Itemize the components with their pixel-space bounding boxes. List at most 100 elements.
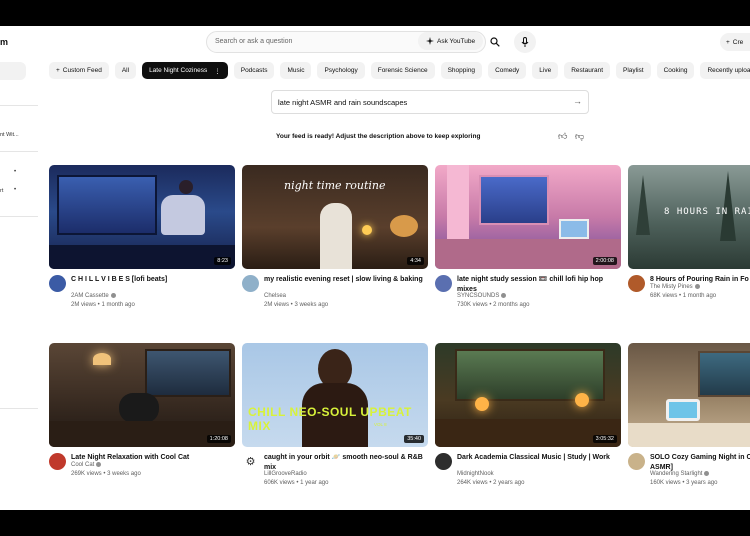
sidebar-item-label[interactable]: nt Wit... (0, 132, 19, 138)
overlay-title: CHILL NEO-SOUL UPBEAT MIX VOL 8 (248, 405, 412, 433)
channel-avatar[interactable] (628, 453, 645, 470)
video-title[interactable]: caught in your orbit 🪐 smooth neo-soul &… (264, 453, 426, 472)
sparkle-icon (426, 37, 434, 45)
video-thumbnail[interactable]: 2:00:08 (435, 165, 621, 269)
lamp-art (93, 353, 111, 365)
pie-art (390, 215, 418, 237)
chip-psychology[interactable]: Psychology (317, 62, 365, 79)
chip-custom-feed[interactable]: + Custom Feed (49, 62, 109, 79)
create-label: Cre (732, 38, 744, 46)
video-card[interactable]: CHILL NEO-SOUL UPBEAT MIX VOL 8 35:40 ⚙ … (242, 343, 428, 495)
chip-cooking[interactable]: Cooking (656, 62, 695, 79)
thumbs-up-icon[interactable]: 👍︎ (558, 131, 567, 142)
more-vert-icon[interactable]: ⋮ (214, 67, 221, 75)
video-card[interactable]: 2:00:08 late night study session 📼 chill… (435, 165, 621, 317)
video-thumbnail[interactable]: 8:23 (49, 165, 235, 269)
overlay-title: 8 HOURS IN RAIN (664, 207, 750, 217)
channel-avatar[interactable] (435, 453, 452, 470)
gear-icon[interactable]: ⚙ (242, 453, 259, 470)
youtube-logo[interactable]: m (0, 37, 8, 47)
search-button[interactable] (486, 33, 504, 51)
sidebar-divider (0, 408, 38, 409)
chip-podcasts[interactable]: Podcasts (233, 62, 275, 79)
chip-live[interactable]: Live (532, 62, 559, 79)
video-card[interactable]: SOLO Cozy Gaming Night in Ca Storm [Rela… (628, 343, 750, 495)
video-thumbnail[interactable]: 8 HOURS IN RAIN (628, 165, 750, 269)
create-button[interactable]: + Cre (720, 33, 750, 51)
ask-youtube-button[interactable]: Ask YouTube (418, 32, 484, 50)
channel-name[interactable]: MidnightNook (457, 471, 494, 477)
channel-name[interactable]: Chelsea (264, 293, 286, 299)
channel-avatar[interactable] (242, 275, 259, 292)
chip-shopping[interactable]: Shopping (440, 62, 483, 79)
sidebar-divider (0, 216, 38, 217)
chip-music[interactable]: Music (280, 62, 312, 79)
prompt-input[interactable]: late night ASMR and rain soundscapes (278, 98, 407, 107)
chip-all[interactable]: All (114, 62, 137, 79)
video-thumbnail[interactable]: 1:20:08 (49, 343, 235, 447)
youtube-window: m Search or ask a question Ask YouTube +… (0, 26, 750, 510)
person-art (320, 203, 352, 269)
video-stats: 68K views • 1 month ago (650, 293, 717, 299)
sidebar-item-active[interactable] (0, 62, 26, 80)
video-thumbnail[interactable]: night time routine 4:34 (242, 165, 428, 269)
video-stats: 2M views • 1 month ago (71, 302, 135, 308)
chip-forensic-science[interactable]: Forensic Science (370, 62, 435, 79)
video-card[interactable]: 3:05:32 Dark Academia Classical Music | … (435, 343, 621, 495)
chip-playlist[interactable]: Playlist (616, 62, 651, 79)
girl-body-art (161, 195, 205, 235)
video-card[interactable]: 8:23 C H I L L V I B E S [lofi beats] 2A… (49, 165, 235, 317)
channel-avatar[interactable] (628, 275, 645, 292)
pine-tree-art (720, 171, 736, 241)
channel-avatar[interactable] (435, 275, 452, 292)
girl-head-art (179, 180, 193, 194)
cat-art (119, 393, 159, 423)
video-thumbnail[interactable]: CHILL NEO-SOUL UPBEAT MIX VOL 8 35:40 (242, 343, 428, 447)
candle-art (362, 225, 372, 235)
voice-search-button[interactable] (514, 31, 536, 53)
channel-name[interactable]: 2AM Cassette (71, 293, 116, 299)
arrow-right-icon[interactable]: → (573, 96, 582, 106)
thumbs-down-icon[interactable]: 👎︎ (575, 131, 584, 142)
window-art (479, 175, 549, 225)
custom-feed-prompt[interactable]: late night ASMR and rain soundscapes → (271, 90, 589, 114)
video-card[interactable]: 8 HOURS IN RAIN 8 Hours of Pouring Rain … (628, 165, 750, 317)
video-stats: 269K views • 3 weeks ago (71, 471, 141, 477)
candle-art (575, 393, 589, 407)
filter-chip-bar: + Custom Feed All Late Night Coziness ⋮ Po… (49, 62, 750, 79)
channel-name[interactable]: Cool Cat (71, 462, 102, 468)
channel-name[interactable]: The Misty Pines (650, 284, 700, 290)
sidebar-divider (0, 151, 38, 152)
video-thumbnail[interactable]: 3:05:32 (435, 343, 621, 447)
search-icon (490, 37, 500, 47)
chip-recently-uploaded[interactable]: Recently uploaded (700, 62, 750, 79)
video-title[interactable]: SOLO Cozy Gaming Night in Ca Storm [Rela… (650, 453, 750, 472)
curtain-art (447, 165, 469, 245)
channel-name[interactable]: SYNCSOUNDS (457, 293, 507, 299)
sidebar-live-dot: • (14, 187, 17, 193)
window-art (698, 351, 750, 397)
chip-restaurant[interactable]: Restaurant (564, 62, 611, 79)
video-duration: 8:23 (214, 257, 231, 265)
video-stats: 606K views • 1 year ago (264, 480, 329, 486)
chip-late-night-coziness[interactable]: Late Night Coziness ⋮ (142, 62, 228, 79)
sidebar-item-label[interactable]: rt (0, 188, 3, 194)
video-title[interactable]: late night study session 📼 chill lofi hi… (457, 275, 619, 294)
video-title[interactable]: C H I L L V I B E S [lofi beats] (71, 275, 233, 285)
channel-name[interactable]: Wandering Starlight (650, 471, 710, 477)
video-title[interactable]: my realistic evening reset | slow living… (264, 275, 426, 285)
video-card[interactable]: 1:20:08 Late Night Relaxation with Cool … (49, 343, 235, 495)
video-duration: 4:34 (407, 257, 424, 265)
channel-name[interactable]: LillGrooveRadio (264, 471, 307, 477)
video-card[interactable]: night time routine 4:34 my realistic eve… (242, 165, 428, 317)
channel-avatar[interactable] (49, 453, 66, 470)
search-input[interactable]: Search or ask a question (215, 38, 292, 45)
plus-icon: + (726, 38, 730, 46)
window-art (57, 175, 157, 235)
chip-comedy[interactable]: Comedy (488, 62, 527, 79)
verified-icon (110, 293, 116, 298)
video-title[interactable]: Dark Academia Classical Music | Study | … (457, 453, 619, 463)
video-thumbnail[interactable] (628, 343, 750, 447)
plus-icon: + (56, 67, 60, 74)
channel-avatar[interactable] (49, 275, 66, 292)
